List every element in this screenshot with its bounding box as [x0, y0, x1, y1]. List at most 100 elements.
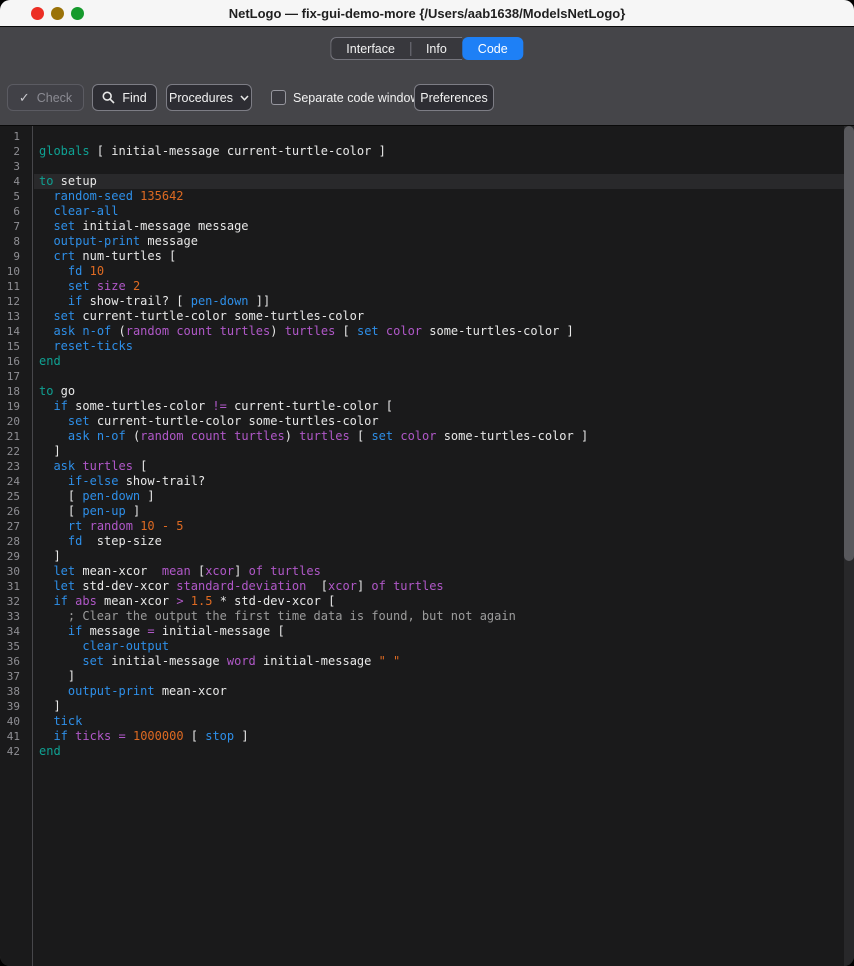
- code-line[interactable]: [34, 159, 844, 174]
- find-button[interactable]: Find: [92, 84, 157, 111]
- code-line[interactable]: ask n-of (random count turtles) turtles …: [34, 429, 844, 444]
- scrollbar-thumb[interactable]: [844, 126, 854, 561]
- line-number: 37: [0, 669, 32, 684]
- netlogo-window: NetLogo — fix-gui-demo-more {/Users/aab1…: [0, 0, 854, 966]
- code-line[interactable]: if some-turtles-color != current-turtle-…: [34, 399, 844, 414]
- line-number: 2: [0, 144, 32, 159]
- code-line[interactable]: to setup: [34, 174, 844, 189]
- line-number: 25: [0, 489, 32, 504]
- code-line[interactable]: if abs mean-xcor > 1.5 * std-dev-xcor [: [34, 594, 844, 609]
- code-line[interactable]: end: [34, 744, 844, 759]
- line-number: 16: [0, 354, 32, 369]
- code-line[interactable]: reset-ticks: [34, 339, 844, 354]
- code-line[interactable]: end: [34, 354, 844, 369]
- titlebar: NetLogo — fix-gui-demo-more {/Users/aab1…: [0, 0, 854, 27]
- code-line[interactable]: ]: [34, 669, 844, 684]
- code-editor[interactable]: 1234567891011121314151617181920212223242…: [0, 125, 854, 966]
- preferences-button[interactable]: Preferences: [414, 84, 494, 111]
- line-number: 27: [0, 519, 32, 534]
- line-number: 38: [0, 684, 32, 699]
- code-line[interactable]: set initial-message message: [34, 219, 844, 234]
- check-button[interactable]: ✓ Check: [7, 84, 84, 111]
- line-number: 15: [0, 339, 32, 354]
- code-line[interactable]: crt num-turtles [: [34, 249, 844, 264]
- code-line[interactable]: if message = initial-message [: [34, 624, 844, 639]
- code-line[interactable]: output-print message: [34, 234, 844, 249]
- line-number: 36: [0, 654, 32, 669]
- line-number: 28: [0, 534, 32, 549]
- code-line[interactable]: clear-output: [34, 639, 844, 654]
- code-line[interactable]: ; Clear the output the first time data i…: [34, 609, 844, 624]
- line-number: 12: [0, 294, 32, 309]
- line-number: 1: [0, 129, 32, 144]
- line-number: 42: [0, 744, 32, 759]
- code-line[interactable]: ]: [34, 549, 844, 564]
- tab-info[interactable]: Info: [411, 38, 462, 59]
- code-line[interactable]: [34, 369, 844, 384]
- line-number: 34: [0, 624, 32, 639]
- code-line[interactable]: globals [ initial-message current-turtle…: [34, 144, 844, 159]
- code-line[interactable]: let mean-xcor mean [xcor] of turtles: [34, 564, 844, 579]
- code-line[interactable]: [34, 129, 844, 144]
- separate-code-window-label: Separate code window: [293, 91, 419, 105]
- line-number: 18: [0, 384, 32, 399]
- code-line[interactable]: set current-turtle-color some-turtles-co…: [34, 309, 844, 324]
- code-line[interactable]: clear-all: [34, 204, 844, 219]
- line-number: 8: [0, 234, 32, 249]
- line-number: 9: [0, 249, 32, 264]
- code-line[interactable]: if ticks = 1000000 [ stop ]: [34, 729, 844, 744]
- code-line[interactable]: set initial-message word initial-message…: [34, 654, 844, 669]
- line-number: 24: [0, 474, 32, 489]
- window-chrome: Interface Info Code ✓ Check Find: [0, 27, 854, 125]
- code-line[interactable]: tick: [34, 714, 844, 729]
- line-number: 17: [0, 369, 32, 384]
- line-number-gutter: 1234567891011121314151617181920212223242…: [0, 126, 33, 966]
- code-line[interactable]: if show-trail? [ pen-down ]]: [34, 294, 844, 309]
- search-icon: [102, 91, 115, 104]
- code-line[interactable]: if-else show-trail?: [34, 474, 844, 489]
- line-number: 40: [0, 714, 32, 729]
- line-number: 39: [0, 699, 32, 714]
- line-number: 33: [0, 609, 32, 624]
- checkbox-box[interactable]: [271, 90, 286, 105]
- code-line[interactable]: set size 2: [34, 279, 844, 294]
- code-line[interactable]: [ pen-down ]: [34, 489, 844, 504]
- tab-segment: Interface Info: [330, 37, 462, 60]
- line-number: 4: [0, 174, 32, 189]
- line-number: 10: [0, 264, 32, 279]
- code-line[interactable]: fd 10: [34, 264, 844, 279]
- code-line[interactable]: ]: [34, 699, 844, 714]
- code-line[interactable]: to go: [34, 384, 844, 399]
- minimize-button[interactable]: [51, 7, 64, 20]
- check-button-label: Check: [37, 91, 72, 105]
- chevron-down-icon: [240, 95, 249, 101]
- line-number: 31: [0, 579, 32, 594]
- line-number: 35: [0, 639, 32, 654]
- code-line[interactable]: set current-turtle-color some-turtles-co…: [34, 414, 844, 429]
- code-line[interactable]: output-print mean-xcor: [34, 684, 844, 699]
- code-line[interactable]: fd step-size: [34, 534, 844, 549]
- code-content[interactable]: globals [ initial-message current-turtle…: [34, 126, 844, 966]
- code-line[interactable]: ask n-of (random count turtles) turtles …: [34, 324, 844, 339]
- code-line[interactable]: [ pen-up ]: [34, 504, 844, 519]
- code-line[interactable]: rt random 10 - 5: [34, 519, 844, 534]
- tab-interface[interactable]: Interface: [331, 38, 410, 59]
- procedures-dropdown[interactable]: Procedures: [166, 84, 252, 111]
- tab-code[interactable]: Code: [462, 37, 524, 60]
- toolbar: ✓ Check Find Procedures: [0, 84, 854, 112]
- find-button-label: Find: [122, 91, 146, 105]
- zoom-button[interactable]: [71, 7, 84, 20]
- separate-code-window-checkbox[interactable]: Separate code window: [271, 84, 419, 111]
- line-number: 22: [0, 444, 32, 459]
- code-line[interactable]: ask turtles [: [34, 459, 844, 474]
- code-line[interactable]: ]: [34, 444, 844, 459]
- line-number: 29: [0, 549, 32, 564]
- code-line[interactable]: random-seed 135642: [34, 189, 844, 204]
- line-number: 21: [0, 429, 32, 444]
- code-line[interactable]: let std-dev-xcor standard-deviation [xco…: [34, 579, 844, 594]
- scrollbar[interactable]: [844, 126, 854, 966]
- check-icon: ✓: [19, 91, 30, 104]
- close-button[interactable]: [31, 7, 44, 20]
- line-number: 20: [0, 414, 32, 429]
- line-number: 32: [0, 594, 32, 609]
